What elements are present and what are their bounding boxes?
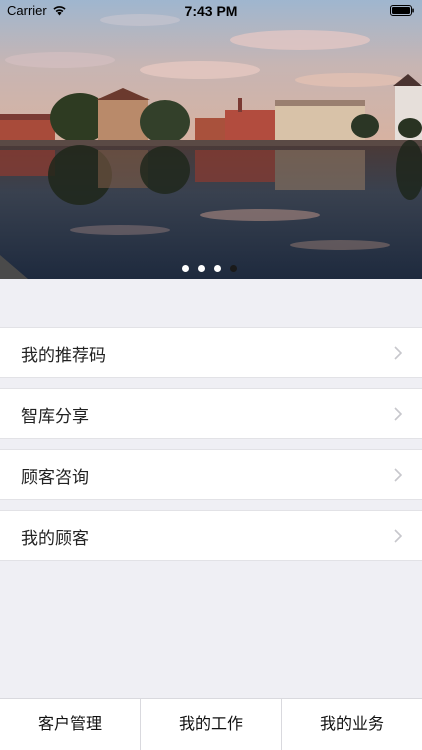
menu-item-label: 顾客咨询 xyxy=(21,468,89,488)
page-dot-active[interactable] xyxy=(230,265,237,272)
page-dot[interactable] xyxy=(182,265,189,272)
banner-image[interactable] xyxy=(0,0,422,279)
chevron-right-icon xyxy=(394,529,402,543)
tab-customer-management[interactable]: 客户管理 xyxy=(0,699,141,750)
menu-item-my-customers[interactable]: 我的顾客 xyxy=(0,510,422,561)
menu-item-think-tank-share[interactable]: 智库分享 xyxy=(0,388,422,439)
banner-photo xyxy=(0,0,422,279)
page-dot[interactable] xyxy=(214,265,221,272)
menu-item-label: 智库分享 xyxy=(21,407,89,427)
chevron-right-icon xyxy=(394,407,402,421)
menu-item-customer-inquiry[interactable]: 顾客咨询 xyxy=(0,449,422,500)
tab-my-business[interactable]: 我的业务 xyxy=(282,699,422,750)
menu-item-referral-code[interactable]: 我的推荐码 xyxy=(0,327,422,378)
page-indicator[interactable] xyxy=(182,265,237,273)
status-time: 7:43 PM xyxy=(184,3,238,19)
bottom-tab-bar: 客户管理 我的工作 我的业务 xyxy=(0,698,422,750)
status-bar: Carrier 7:43 PM xyxy=(0,0,422,22)
chevron-right-icon xyxy=(394,468,402,482)
battery-icon xyxy=(390,5,414,16)
tab-my-work[interactable]: 我的工作 xyxy=(141,699,282,750)
menu-item-label: 我的推荐码 xyxy=(21,346,106,366)
page-dot[interactable] xyxy=(198,265,205,272)
menu-item-label: 我的顾客 xyxy=(21,529,89,549)
chevron-right-icon xyxy=(394,346,402,360)
